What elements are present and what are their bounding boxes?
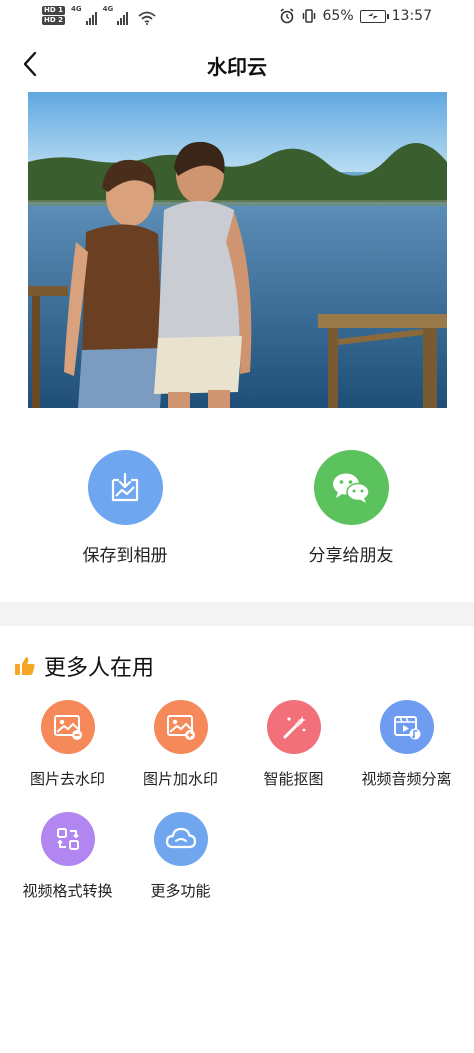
more-section-title: 更多人在用 (44, 656, 155, 681)
tool-video-audio-split[interactable]: 视频音频分离 (349, 700, 464, 789)
signal-icon-2 (117, 11, 129, 25)
tool-label: 更多功能 (150, 882, 211, 900)
battery-percent: 65% (322, 8, 354, 24)
share-circle (313, 450, 389, 525)
share-label: 分享给朋友 (308, 546, 394, 566)
share-to-friends-button[interactable]: 分享给朋友 (271, 450, 431, 566)
tool-icon-circle (40, 700, 95, 754)
tool-icon-circle (266, 700, 321, 754)
download-image-icon (111, 472, 139, 501)
tool-icon-circle (40, 812, 95, 866)
share-actions: 保存到相册 分享给朋友 (0, 450, 474, 570)
wifi-icon (138, 11, 156, 25)
tool-smart-cutout[interactable]: 智能抠图 (236, 700, 351, 789)
alarm-icon (280, 8, 294, 24)
hd2-badge: HD 2 (42, 15, 65, 25)
clock-time: 13:57 (391, 8, 432, 24)
network-type-2: 4G (102, 5, 114, 13)
hd-indicators: HD 1 HD 2 (42, 5, 65, 25)
save-label: 保存到相册 (82, 546, 168, 566)
save-circle (87, 450, 163, 525)
vibrate-icon (302, 9, 315, 23)
signal-icon-1 (85, 11, 97, 25)
hd1-badge: HD 1 (42, 5, 65, 15)
section-divider (0, 602, 474, 626)
video-audio-icon (393, 716, 420, 740)
status-right: 65% 13:57 (279, 8, 432, 24)
save-to-album-button[interactable]: 保存到相册 (45, 450, 205, 566)
tool-remove-watermark[interactable]: 图片去水印 (10, 700, 125, 789)
tool-icon-circle (153, 812, 208, 866)
more-section-header: 更多人在用 (14, 650, 154, 682)
network-type-1: 4G (70, 5, 82, 13)
status-left: HD 1 HD 2 4G 4G (42, 5, 156, 25)
thumbs-up-icon (15, 657, 35, 675)
battery-icon (359, 9, 389, 23)
tool-icon-circle (379, 700, 434, 754)
image-remove-watermark-icon (53, 715, 82, 740)
page-title: 水印云 (207, 55, 267, 79)
tool-add-watermark[interactable]: 图片加水印 (123, 700, 238, 789)
result-photo (28, 92, 447, 408)
tool-more-features[interactable]: 更多功能 (123, 812, 238, 901)
tool-video-format-convert[interactable]: 视频格式转换 (10, 812, 125, 901)
status-bar: HD 1 HD 2 4G 4G 65% 13:57 (0, 0, 474, 36)
cloud-icon (165, 827, 196, 849)
magic-wand-icon (283, 716, 306, 739)
wechat-icon (333, 473, 370, 503)
tool-label: 智能抠图 (263, 770, 324, 788)
tool-label: 图片去水印 (29, 770, 105, 788)
tool-label: 图片加水印 (142, 770, 218, 788)
tool-label: 视频音频分离 (361, 770, 452, 788)
image-add-watermark-icon (166, 715, 195, 740)
title-bar: 水印云 (0, 40, 474, 88)
tool-label: 视频格式转换 (22, 882, 113, 900)
tool-icon-circle (153, 700, 208, 754)
convert-icon (56, 828, 79, 850)
